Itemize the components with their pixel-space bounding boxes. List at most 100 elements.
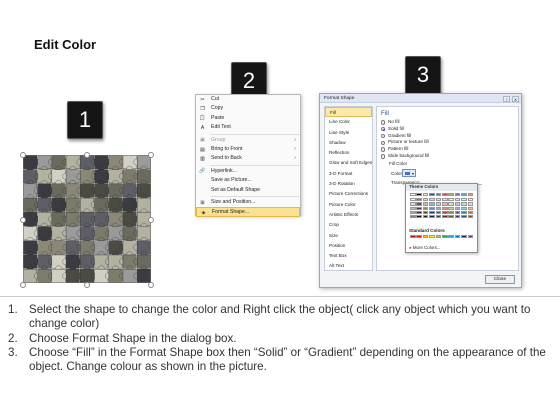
menu-item-format-shape[interactable]: ◈ Format Shape... bbox=[196, 207, 300, 217]
color-swatch[interactable] bbox=[448, 193, 454, 197]
color-swatch[interactable] bbox=[435, 193, 442, 197]
color-swatch[interactable] bbox=[435, 210, 442, 215]
close-icon[interactable]: ✕ bbox=[512, 95, 519, 102]
sidebar-item-artistic-effects[interactable]: Artistic Effects bbox=[325, 210, 372, 220]
color-swatch[interactable] bbox=[448, 198, 454, 202]
menu-item-cut[interactable]: ✂ Cut bbox=[196, 95, 300, 104]
color-swatch[interactable] bbox=[454, 198, 461, 202]
selection-handle[interactable] bbox=[20, 282, 26, 288]
color-swatch[interactable] bbox=[461, 193, 467, 197]
fill-radio-option[interactable]: Slide background fill bbox=[381, 153, 514, 160]
color-swatch[interactable] bbox=[461, 235, 467, 239]
selection-handle[interactable] bbox=[84, 282, 90, 288]
color-swatch[interactable] bbox=[454, 210, 461, 215]
puzzle-shape[interactable] bbox=[20, 152, 154, 288]
sidebar-item-text-box[interactable]: Text Box bbox=[325, 251, 372, 261]
menu-item-copy[interactable]: ❐ Copy bbox=[196, 104, 300, 113]
color-swatch[interactable] bbox=[422, 235, 429, 239]
color-swatch[interactable] bbox=[435, 198, 442, 202]
sidebar-item-crop[interactable]: Crop bbox=[325, 220, 372, 230]
color-swatch[interactable] bbox=[422, 198, 429, 202]
selection-handle[interactable] bbox=[20, 217, 26, 223]
color-swatch[interactable] bbox=[467, 198, 474, 202]
sidebar-item-picture-color[interactable]: Picture Color bbox=[325, 200, 372, 210]
radio-button[interactable] bbox=[381, 126, 386, 132]
color-swatch[interactable] bbox=[454, 206, 461, 210]
color-swatch[interactable] bbox=[410, 193, 416, 197]
sidebar-item-glow-and-soft-edges[interactable]: Glow and Soft Edges bbox=[325, 158, 372, 168]
color-swatch[interactable] bbox=[467, 210, 474, 215]
menu-item-hyperlink[interactable]: 🔗 Hyperlink... bbox=[196, 167, 300, 176]
menu-item-group[interactable]: ▣ Group › bbox=[196, 136, 300, 145]
color-swatch[interactable] bbox=[422, 206, 429, 210]
radio-button[interactable] bbox=[381, 147, 386, 152]
color-swatch[interactable] bbox=[429, 193, 435, 197]
color-swatch[interactable] bbox=[429, 202, 435, 206]
sidebar-item-3-d-format[interactable]: 3-D Format bbox=[325, 169, 372, 179]
menu-item-paste[interactable]: 📋 Paste bbox=[196, 114, 300, 123]
sidebar-item-3-d-rotation[interactable]: 3-D Rotation bbox=[325, 179, 372, 189]
color-swatch[interactable] bbox=[461, 202, 467, 206]
color-swatch[interactable] bbox=[416, 206, 422, 210]
color-swatch[interactable] bbox=[435, 206, 442, 210]
color-swatch[interactable] bbox=[461, 215, 467, 219]
color-swatch[interactable] bbox=[435, 202, 442, 206]
menu-item-default-shape[interactable]: Set as Default Shape bbox=[196, 186, 300, 195]
color-swatch[interactable] bbox=[442, 198, 448, 202]
color-swatch[interactable] bbox=[435, 215, 442, 219]
color-swatch[interactable] bbox=[429, 198, 435, 202]
menu-item-send-to-back[interactable]: ▥ Send to Back › bbox=[196, 154, 300, 163]
color-swatch[interactable] bbox=[422, 215, 429, 219]
menu-item-save-as-picture[interactable]: Save as Picture... bbox=[196, 176, 300, 185]
color-swatch[interactable] bbox=[416, 215, 422, 219]
radio-button[interactable] bbox=[381, 154, 386, 159]
color-swatch[interactable] bbox=[410, 206, 416, 210]
menu-item-edit-text[interactable]: A Edit Text bbox=[196, 123, 300, 132]
color-swatch[interactable] bbox=[410, 210, 416, 215]
color-swatch[interactable] bbox=[454, 235, 461, 239]
color-swatch[interactable] bbox=[422, 210, 429, 215]
color-swatch[interactable] bbox=[410, 215, 416, 219]
menu-item-size-position[interactable]: ⊞ Size and Position... bbox=[196, 198, 300, 207]
color-swatch[interactable] bbox=[429, 206, 435, 210]
color-swatch[interactable] bbox=[422, 193, 429, 197]
color-swatch[interactable] bbox=[416, 193, 422, 197]
selection-handle[interactable] bbox=[84, 152, 90, 158]
color-swatch[interactable] bbox=[461, 198, 467, 202]
selection-handle[interactable] bbox=[148, 152, 154, 158]
color-swatch[interactable] bbox=[442, 215, 448, 219]
color-swatch[interactable] bbox=[410, 235, 416, 239]
sidebar-item-fill[interactable]: Fill bbox=[325, 107, 372, 118]
color-swatch[interactable] bbox=[416, 198, 422, 202]
sidebar-item-line-style[interactable]: Line Style bbox=[325, 128, 372, 138]
color-swatch[interactable] bbox=[467, 202, 474, 206]
sidebar-item-position[interactable]: Position bbox=[325, 241, 372, 251]
radio-button[interactable] bbox=[381, 133, 386, 139]
color-swatch[interactable] bbox=[416, 235, 422, 239]
sidebar-item-shadow[interactable]: Shadow bbox=[325, 138, 372, 148]
color-swatch[interactable] bbox=[454, 193, 461, 197]
color-swatch[interactable] bbox=[467, 193, 474, 197]
help-button[interactable]: ? bbox=[503, 95, 510, 102]
color-swatch[interactable] bbox=[442, 210, 448, 215]
fill-radio-option[interactable]: Gradient fill bbox=[381, 133, 514, 140]
color-swatch[interactable] bbox=[410, 202, 416, 206]
color-swatch[interactable] bbox=[467, 235, 474, 239]
fill-radio-option[interactable]: Pattern fill bbox=[381, 146, 514, 153]
selection-handle[interactable] bbox=[20, 152, 26, 158]
menu-item-bring-to-front[interactable]: ▤ Bring to Front › bbox=[196, 145, 300, 154]
sidebar-item-size[interactable]: Size bbox=[325, 231, 372, 241]
sidebar-item-alt-text[interactable]: Alt Text bbox=[325, 261, 372, 271]
color-swatch[interactable] bbox=[448, 215, 454, 219]
color-swatch[interactable] bbox=[448, 210, 454, 215]
color-swatch[interactable] bbox=[448, 206, 454, 210]
color-swatch[interactable] bbox=[429, 235, 435, 239]
color-swatch[interactable] bbox=[416, 202, 422, 206]
color-swatch[interactable] bbox=[410, 198, 416, 202]
radio-button[interactable] bbox=[381, 120, 386, 125]
color-swatch[interactable] bbox=[422, 202, 429, 206]
sidebar-item-line-color[interactable]: Line Color bbox=[325, 117, 372, 127]
color-swatch[interactable] bbox=[442, 235, 448, 239]
color-swatch[interactable] bbox=[442, 193, 448, 197]
color-swatch[interactable] bbox=[442, 206, 448, 210]
